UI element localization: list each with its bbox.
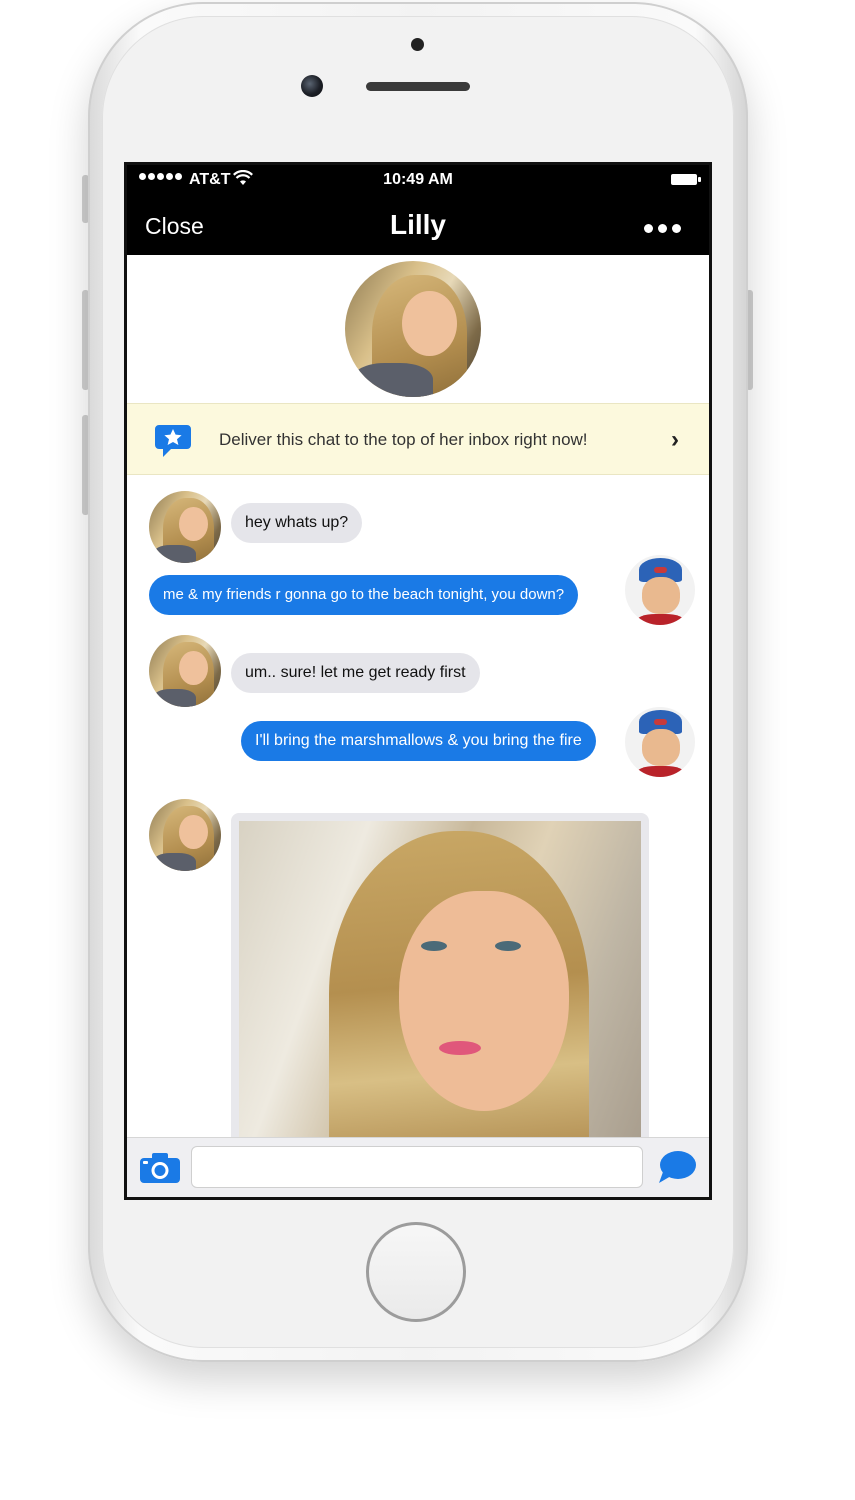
message-input[interactable] xyxy=(191,1146,643,1188)
status-time: 10:49 AM xyxy=(383,171,453,188)
navigation-bar: Close Lilly xyxy=(127,197,709,255)
earpiece-speaker xyxy=(366,82,470,91)
battery-icon xyxy=(671,174,701,185)
promote-chat-banner[interactable]: Deliver this chat to the top of her inbo… xyxy=(127,403,709,475)
star-chat-bubble-icon xyxy=(155,425,191,457)
promote-chat-text: Deliver this chat to the top of her inbo… xyxy=(219,430,588,449)
contact-avatar-large[interactable] xyxy=(345,261,481,397)
outgoing-message[interactable]: I'll bring the marshmallows & you bring … xyxy=(241,721,596,761)
contact-avatar[interactable] xyxy=(149,799,221,871)
contact-avatar[interactable] xyxy=(149,491,221,563)
message-composer xyxy=(127,1137,709,1197)
camera-icon[interactable] xyxy=(139,1152,181,1184)
contact-avatar[interactable] xyxy=(149,635,221,707)
incoming-photo-message[interactable] xyxy=(231,813,649,1137)
chat-thread[interactable]: Deliver this chat to the top of her inbo… xyxy=(127,255,709,1137)
more-options-icon[interactable] xyxy=(644,224,681,233)
incoming-message[interactable]: um.. sure! let me get ready first xyxy=(231,653,480,693)
user-avatar[interactable] xyxy=(625,555,695,625)
user-avatar[interactable] xyxy=(625,707,695,777)
chevron-right-icon: › xyxy=(671,426,679,453)
device-mockup: AT&T 10:49 AM Close Lilly Deliver this c… xyxy=(0,0,855,1500)
front-camera xyxy=(301,75,323,97)
home-button[interactable] xyxy=(366,1222,466,1322)
conversation-title: Lilly xyxy=(389,209,446,240)
proximity-sensor xyxy=(411,38,424,51)
status-bar: AT&T 10:49 AM xyxy=(127,165,709,197)
incoming-message[interactable]: hey whats up? xyxy=(231,503,363,543)
chat-bubble-send-icon[interactable] xyxy=(657,1150,697,1184)
shared-photo[interactable] xyxy=(239,821,641,1137)
phone-screen: AT&T 10:49 AM Close Lilly Deliver this c… xyxy=(124,162,712,1200)
outgoing-message[interactable]: me & my friends r gonna go to the beach … xyxy=(149,575,579,615)
